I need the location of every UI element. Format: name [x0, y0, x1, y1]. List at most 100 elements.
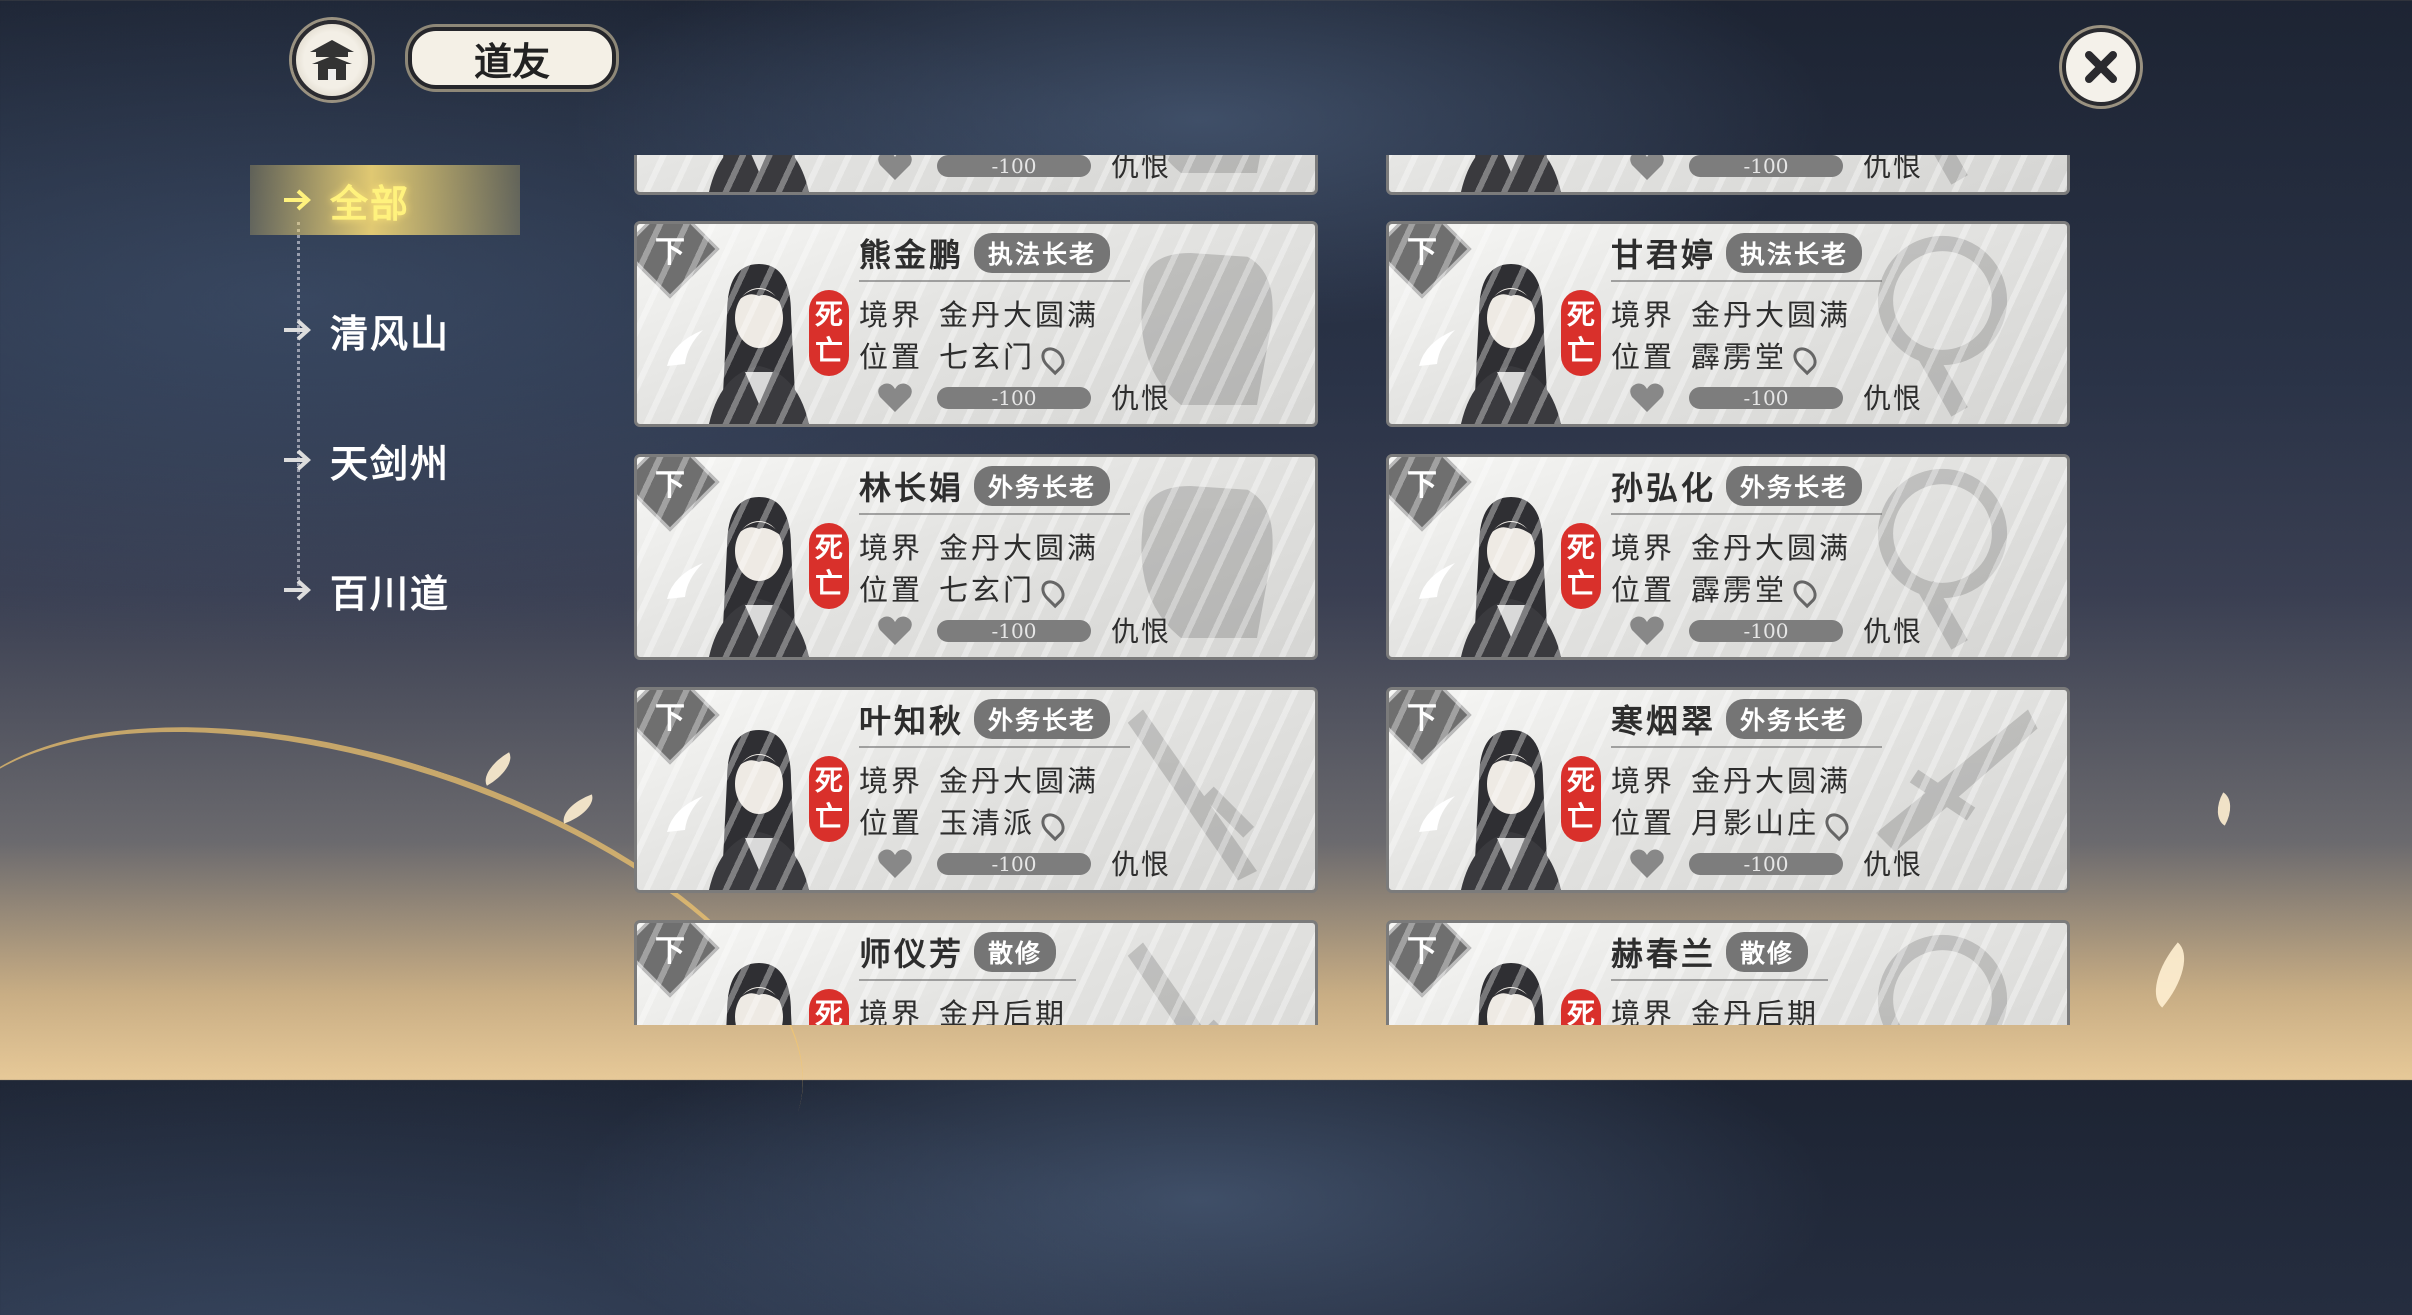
- realm-row: 境界 金丹后期: [1611, 991, 1819, 1025]
- nav-item-label: 百川道: [330, 570, 451, 616]
- realm-row: 境界 金丹后期: [859, 991, 1067, 1025]
- location-pin-icon[interactable]: [1820, 808, 1854, 842]
- nav-item-all[interactable]: 全部: [250, 165, 520, 235]
- realm-label: 境界: [1611, 764, 1676, 798]
- dash-icon: [667, 563, 703, 599]
- dead-status-seal: 死亡: [1561, 989, 1601, 1025]
- demote-badge-label: 下: [655, 934, 685, 969]
- favor-bar: -100: [937, 620, 1091, 642]
- arrow-right-icon: [284, 579, 311, 601]
- favor-value: -100: [1743, 386, 1789, 410]
- dead-status-text: 死亡: [1566, 997, 1595, 1025]
- nav-item-baichuandao[interactable]: 百川道: [250, 555, 520, 625]
- realm-label: 境界: [1611, 531, 1676, 565]
- realm-row: 境界 金丹大圆满: [1611, 292, 1851, 334]
- favor-value: -100: [991, 619, 1037, 643]
- realm-value: 金丹大圆满: [1691, 298, 1852, 332]
- realm-value: 金丹后期: [939, 997, 1068, 1025]
- dead-status-seal: 死亡: [809, 756, 849, 842]
- location-pin-icon[interactable]: [1036, 808, 1070, 842]
- arrow-right-icon: [284, 189, 311, 211]
- hate-label: 仇恨: [1863, 848, 1924, 881]
- companion-card[interactable]: 下 死亡 寒烟翠 外务长老 境界 金丹大圆满 位置 月影山庄 -100 仇恨: [1386, 687, 2070, 893]
- pavilion-icon: [310, 40, 354, 80]
- realm-row: 境界 金丹大圆满: [1611, 525, 1851, 567]
- name-row: 林长娟 外务长老: [859, 463, 1131, 515]
- companion-card[interactable]: 下 死亡 熊金鹏 执法长老 境界 金丹大圆满 位置 七玄门 -100 仇恨: [634, 221, 1318, 427]
- location-value: 霹雳堂: [1691, 573, 1788, 607]
- dead-status-seal: 死亡: [1561, 290, 1601, 376]
- companion-card[interactable]: 下 死亡 境界 位置 -100 仇恨: [1386, 155, 2070, 195]
- companion-list[interactable]: 下 死亡 境界 位置 -100 仇恨 下 死亡: [610, 155, 2080, 1025]
- location-row: 位置 霹雳堂: [1611, 334, 1822, 376]
- nav-item-qingfengshan[interactable]: 清风山: [250, 295, 520, 365]
- favor-bar: -100: [937, 387, 1091, 409]
- realm-label: 境界: [859, 298, 924, 332]
- demote-badge-label: 下: [655, 235, 685, 270]
- realm-value: 金丹大圆满: [939, 298, 1100, 332]
- location-pin-icon[interactable]: [1788, 575, 1822, 609]
- location-label: 位置: [1611, 806, 1676, 840]
- demote-badge-label: 下: [1407, 468, 1437, 503]
- location-value: 玉清派: [939, 806, 1036, 840]
- dead-status-seal: 死亡: [1561, 523, 1601, 609]
- companion-card[interactable]: 下 死亡 赫春兰 散修 境界金丹后期 位置 仇恨: [1386, 920, 2070, 1025]
- close-button[interactable]: [2062, 28, 2140, 106]
- demote-badge-label: 下: [1407, 934, 1437, 969]
- nav-connector-line: [297, 222, 300, 592]
- location-pin-icon[interactable]: [1788, 342, 1822, 376]
- companion-card[interactable]: 下 死亡 师仪芳 散修 境界金丹后期 位置 仇恨: [634, 920, 1318, 1025]
- realm-value: 金丹大圆满: [939, 764, 1100, 798]
- falling-leaf: [2139, 942, 2201, 1008]
- sect-home-button[interactable]: [292, 20, 372, 100]
- falling-leaf: [2209, 792, 2239, 826]
- nav-item-tianjianzhou[interactable]: 天剑州: [250, 425, 520, 495]
- role-badge: 散修: [1726, 932, 1809, 972]
- favor-value: -100: [991, 386, 1037, 410]
- location-label: 位置: [1611, 340, 1676, 374]
- character-name: 师仪芳: [859, 935, 965, 973]
- location-pin-icon[interactable]: [1036, 342, 1070, 376]
- role-badge: 执法长老: [974, 233, 1111, 273]
- name-row: 熊金鹏 执法长老: [859, 230, 1131, 282]
- companion-card[interactable]: 下 死亡 孙弘化 外务长老 境界 金丹大圆满 位置 霹雳堂 -100 仇恨: [1386, 454, 2070, 660]
- heart-icon: [878, 849, 912, 878]
- name-row: 孙弘化 外务长老: [1611, 463, 1883, 515]
- dash-icon: [667, 330, 703, 366]
- dead-status-text: 死亡: [814, 298, 843, 367]
- dash-icon: [663, 1023, 709, 1025]
- favor-bar: -100: [1689, 387, 1843, 409]
- character-name: 赫春兰: [1611, 935, 1717, 973]
- heart-icon: [1630, 616, 1664, 645]
- location-label: 位置: [859, 340, 924, 374]
- companion-card[interactable]: 下 死亡 境界 位置 -100 仇恨: [634, 155, 1318, 195]
- location-row: 位置 玉清派: [859, 800, 1070, 842]
- heart-icon: [878, 155, 912, 180]
- dead-status-text: 死亡: [1566, 298, 1595, 367]
- role-badge: 外务长老: [974, 466, 1111, 506]
- falling-leaf: [558, 794, 598, 824]
- realm-row: 境界 金丹大圆满: [859, 758, 1099, 800]
- character-portrait: [709, 155, 809, 192]
- favor-value: -100: [991, 852, 1037, 876]
- companion-card[interactable]: 下 死亡 林长娟 外务长老 境界 金丹大圆满 位置 七玄门 -100 仇恨: [634, 454, 1318, 660]
- page-title: 道友: [408, 27, 616, 89]
- sect-emblem-icon: [1857, 933, 2047, 1025]
- nav-item-label: 清风山: [330, 310, 451, 356]
- arrow-right-icon: [284, 449, 311, 471]
- character-name: 林长娟: [859, 469, 965, 507]
- hate-label: 仇恨: [1863, 382, 1924, 415]
- dead-status-seal: 死亡: [809, 290, 849, 376]
- name-row: 叶知秋 外务长老: [859, 696, 1131, 748]
- role-badge: 外务长老: [1726, 466, 1863, 506]
- companion-card[interactable]: 下 死亡 甘君婷 执法长老 境界 金丹大圆满 位置 霹雳堂 -100 仇恨: [1386, 221, 2070, 427]
- companion-card[interactable]: 下 死亡 叶知秋 外务长老 境界 金丹大圆满 位置 玉清派 -100 仇恨: [634, 687, 1318, 893]
- arrow-right-icon: [284, 319, 311, 341]
- demote-badge-label: 下: [655, 468, 685, 503]
- role-badge: 散修: [974, 932, 1057, 972]
- dash-icon: [1419, 330, 1455, 366]
- character-name: 孙弘化: [1611, 469, 1717, 507]
- hate-label: 仇恨: [1863, 615, 1924, 648]
- character-name: 寒烟翠: [1611, 702, 1717, 740]
- location-pin-icon[interactable]: [1036, 575, 1070, 609]
